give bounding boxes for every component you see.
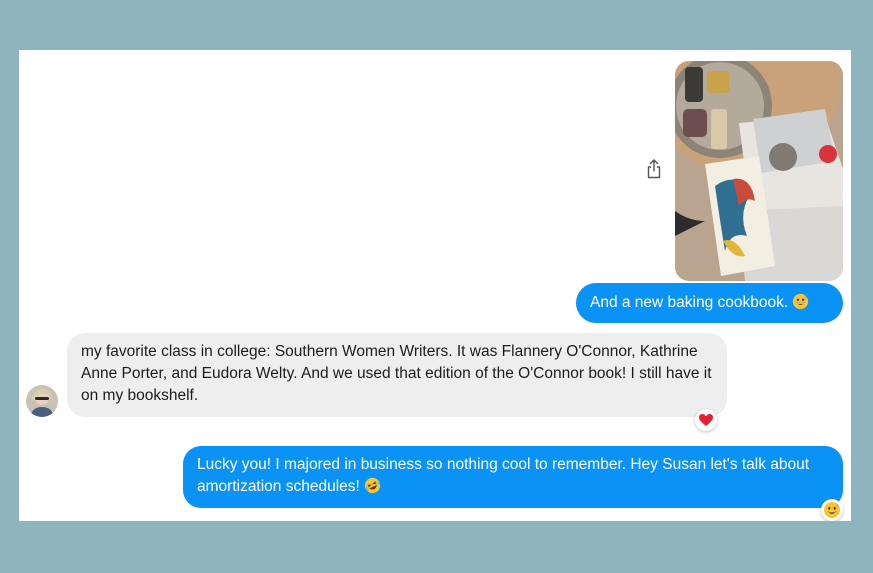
chat-thread: And a new baking cookbook. my favorite c… [19,50,851,521]
avatar[interactable] [26,385,58,417]
grinning-face-with-sweat-icon [793,293,809,310]
rolling-on-floor-laughing-icon [364,477,380,494]
heart-icon [699,414,713,426]
message-bubble-outgoing[interactable]: And a new baking cookbook. [576,283,843,323]
share-icon[interactable] [646,159,662,179]
grinning-face-with-sweat-icon [824,502,840,518]
message-photo[interactable] [675,61,843,281]
message-text: And a new baking cookbook. [590,294,789,311]
message-bubble-incoming[interactable]: my favorite class in college: Southern W… [67,333,727,417]
message-bubble-outgoing[interactable]: Lucky you! I majored in business so noth… [183,446,843,508]
heart-reaction[interactable] [695,409,717,431]
laugh-reaction[interactable] [821,499,843,521]
message-text: Lucky you! I majored in business so noth… [197,456,810,495]
message-text: my favorite class in college: Southern W… [81,343,712,404]
